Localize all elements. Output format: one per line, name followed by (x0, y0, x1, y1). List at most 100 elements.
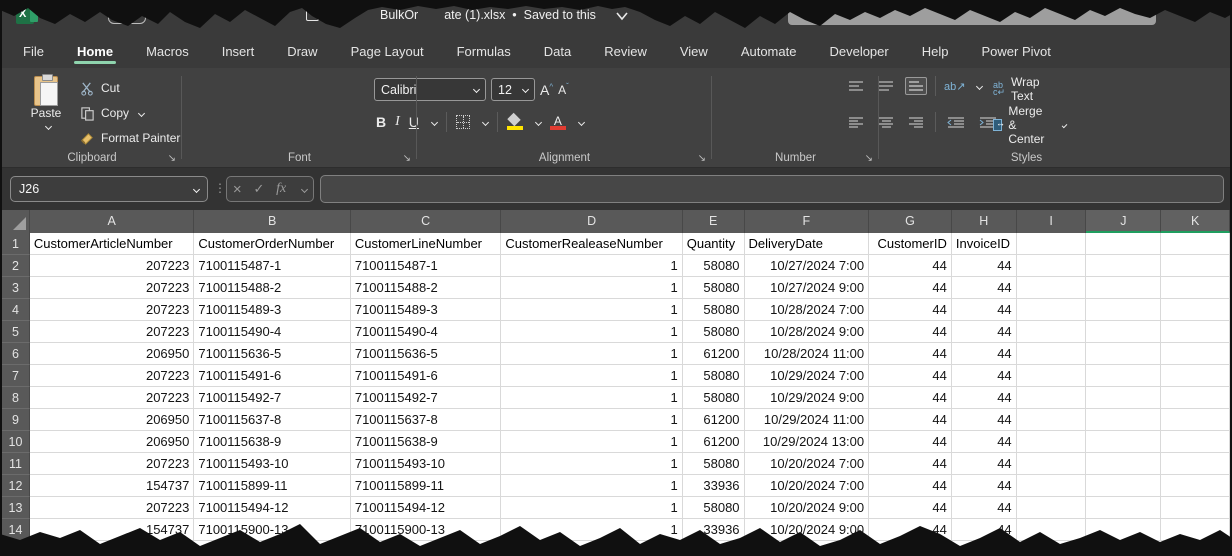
paste-button[interactable]: Paste (24, 76, 68, 134)
cell-D12[interactable]: 1 (501, 475, 682, 497)
cell-B4[interactable]: 7100115489-3 (194, 299, 350, 321)
column-header-g[interactable]: G (869, 210, 952, 233)
select-all-corner[interactable] (2, 210, 30, 233)
cell-F7[interactable]: 10/29/2024 7:00 (745, 365, 870, 387)
cell-C10[interactable]: 7100115638-9 (351, 431, 502, 453)
cell-D8[interactable]: 1 (501, 387, 682, 409)
tab-automate[interactable]: Automate (738, 37, 800, 65)
cell-F6[interactable]: 10/28/2024 11:00 (745, 343, 870, 365)
cell-I3[interactable] (1017, 277, 1087, 299)
cell-K9[interactable] (1161, 409, 1230, 431)
cell-J9[interactable] (1086, 409, 1161, 431)
cell-E1[interactable]: Quantity (683, 233, 745, 255)
cell-F11[interactable]: 10/20/2024 7:00 (745, 453, 870, 475)
row-header-4[interactable]: 4 (2, 299, 30, 321)
cell-F14[interactable]: 10/20/2024 9:00 (745, 519, 870, 541)
row-header-8[interactable]: 8 (2, 387, 30, 409)
cell-D11[interactable]: 1 (501, 453, 682, 475)
cell-E13[interactable]: 58080 (683, 497, 745, 519)
cell-H4[interactable]: 44 (952, 299, 1017, 321)
cell-H7[interactable]: 44 (952, 365, 1017, 387)
tab-macros[interactable]: Macros (143, 37, 192, 65)
tab-help[interactable]: Help (919, 37, 952, 65)
cell-C9[interactable]: 7100115637-8 (351, 409, 502, 431)
cell-B12[interactable]: 7100115899-11 (194, 475, 350, 497)
cell-A9[interactable]: 206950 (30, 409, 194, 431)
cell-C6[interactable]: 7100115636-5 (351, 343, 502, 365)
cell-K5[interactable] (1161, 321, 1230, 343)
cell-C8[interactable]: 7100115492-7 (351, 387, 502, 409)
cell-E11[interactable]: 58080 (683, 453, 745, 475)
cell-A1[interactable]: CustomerArticleNumber (30, 233, 194, 255)
row-header-5[interactable]: 5 (2, 321, 30, 343)
cell-I10[interactable] (1017, 431, 1087, 453)
cell-K6[interactable] (1161, 343, 1230, 365)
cell-C14[interactable]: 7100115900-13 (351, 519, 502, 541)
cell-D5[interactable]: 1 (501, 321, 682, 343)
clipboard-dialog-launcher[interactable]: ↘ (168, 153, 176, 164)
cell-D2[interactable]: 1 (501, 255, 682, 277)
cell-E3[interactable]: 58080 (683, 277, 745, 299)
column-header-e[interactable]: E (683, 210, 745, 233)
column-header-a[interactable]: A (30, 210, 194, 233)
cell-E14[interactable]: 33936 (683, 519, 745, 541)
cell-A7[interactable]: 207223 (30, 365, 194, 387)
cell-B6[interactable]: 7100115636-5 (194, 343, 350, 365)
cell-K13[interactable] (1161, 497, 1230, 519)
cell-G1[interactable]: CustomerID (869, 233, 952, 255)
cell-B9[interactable]: 7100115637-8 (194, 409, 350, 431)
cell-G14[interactable]: 44 (869, 519, 952, 541)
cell-C12[interactable]: 7100115899-11 (351, 475, 502, 497)
cell-B3[interactable]: 7100115488-2 (194, 277, 350, 299)
tab-review[interactable]: Review (601, 37, 650, 65)
cell-C13[interactable]: 7100115494-12 (351, 497, 502, 519)
tab-power-pivot[interactable]: Power Pivot (978, 37, 1053, 65)
cell-B10[interactable]: 7100115638-9 (194, 431, 350, 453)
tab-draw[interactable]: Draw (284, 37, 320, 65)
cell-I2[interactable] (1017, 255, 1087, 277)
column-header-d[interactable]: D (501, 210, 682, 233)
cell-H6[interactable]: 44 (952, 343, 1017, 365)
search-box[interactable] (788, 5, 1156, 25)
cell-B2[interactable]: 7100115487-1 (194, 255, 350, 277)
cell-H2[interactable]: 44 (952, 255, 1017, 277)
cell-G8[interactable]: 44 (869, 387, 952, 409)
cell-F8[interactable]: 10/29/2024 9:00 (745, 387, 870, 409)
row-header-12[interactable]: 12 (2, 475, 30, 497)
column-header-j[interactable]: J (1086, 210, 1161, 233)
cell-G13[interactable]: 44 (869, 497, 952, 519)
cancel-button[interactable]: × (233, 181, 242, 198)
cell-C11[interactable]: 7100115493-10 (351, 453, 502, 475)
cell-F12[interactable]: 10/20/2024 7:00 (745, 475, 870, 497)
cell-J3[interactable] (1086, 277, 1161, 299)
cell-J2[interactable] (1086, 255, 1161, 277)
cell-G4[interactable]: 44 (869, 299, 952, 321)
cell-C4[interactable]: 7100115489-3 (351, 299, 502, 321)
cell-E8[interactable]: 58080 (683, 387, 745, 409)
insert-function-button[interactable]: fx (276, 181, 286, 197)
copy-button[interactable]: Copy (80, 102, 180, 124)
cell-H10[interactable]: 44 (952, 431, 1017, 453)
row-header-1[interactable]: 1 (2, 233, 30, 255)
cell-K8[interactable] (1161, 387, 1230, 409)
cell-B11[interactable]: 7100115493-10 (194, 453, 350, 475)
formula-bar-resize-handle[interactable]: ⋮ (214, 181, 226, 195)
cell-I8[interactable] (1017, 387, 1087, 409)
cell-K2[interactable] (1161, 255, 1230, 277)
name-box[interactable]: J26 (10, 176, 208, 202)
cell-J12[interactable] (1086, 475, 1161, 497)
tab-insert[interactable]: Insert (219, 37, 258, 65)
cell-A2[interactable]: 207223 (30, 255, 194, 277)
cell-D7[interactable]: 1 (501, 365, 682, 387)
cell-F1[interactable]: DeliveryDate (745, 233, 870, 255)
cell-I1[interactable] (1017, 233, 1087, 255)
cell-C3[interactable]: 7100115488-2 (351, 277, 502, 299)
cell-H8[interactable]: 44 (952, 387, 1017, 409)
cell-H14[interactable]: 44 (952, 519, 1017, 541)
alignment-dialog-launcher[interactable]: ↘ (698, 153, 706, 164)
cell-G12[interactable]: 44 (869, 475, 952, 497)
cell-F9[interactable]: 10/29/2024 11:00 (745, 409, 870, 431)
cell-D13[interactable]: 1 (501, 497, 682, 519)
cell-A11[interactable]: 207223 (30, 453, 194, 475)
cell-I4[interactable] (1017, 299, 1087, 321)
